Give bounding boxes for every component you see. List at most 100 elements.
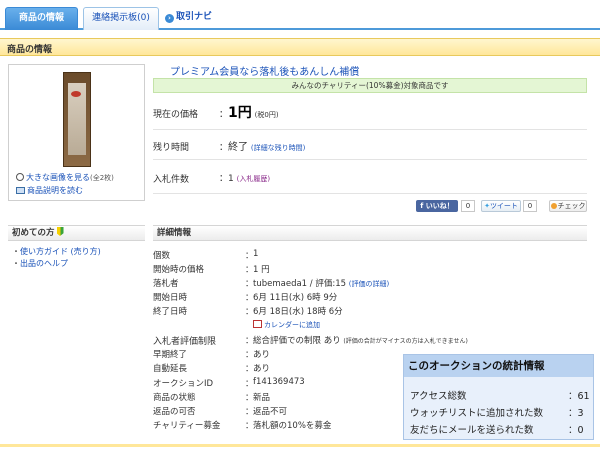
detail-header: 詳細情報 [153,225,587,241]
detail-value: 落札額の10%を募金 [253,421,332,431]
large-image-link[interactable]: 大きな画像を見る(全2枚) [16,172,114,183]
stats-sep: ： [568,425,578,436]
detail-value: 1 [253,249,259,259]
detail-value: 6月 11日(水) 6時 9分 [253,293,338,303]
detail-value: あり [253,364,271,374]
help-link-label[interactable]: 出品のヘルプ [20,259,68,268]
remaining-label: 残り時間 [153,143,190,153]
stats-value-watch: ：3 [568,405,584,419]
stats-mail-count: 0 [577,425,584,436]
detail-value: 返品不可 [253,407,288,417]
tweet-button[interactable]: ✦ツイート [481,200,521,212]
bids-label: 入札件数 [153,175,190,185]
painting-sun [71,91,81,97]
description-link[interactable]: 商品説明を読む [16,185,83,196]
item-image[interactable] [63,72,91,167]
guide-link-label[interactable]: 使い方ガイド (売り方) [20,247,101,256]
remaining-value-wrap: ：終了 (詳細な残り時間) [219,142,306,153]
bids-value-wrap: ：1 (入札履歴) [219,174,271,184]
detail-value: あり [253,350,271,360]
price-row: 現在の価格 ：1円 (税0円) [153,97,587,130]
stats-watch-count: 3 [577,408,584,419]
item-image-box: 大きな画像を見る(全2枚) 商品説明を読む [8,64,145,201]
remaining-row: 残り時間 ：終了 (詳細な残り時間) [153,130,587,160]
detail-value-wrap: 総合評価での制限 あり (評価の合計がマイナスの方は入札できません) [253,334,468,346]
help-link[interactable]: ・出品のヘルプ [12,258,68,269]
calendar-icon [253,320,262,328]
facebook-like-button[interactable]: f いいね！ [416,200,458,212]
beginner-header: 初めての方 [8,225,145,241]
detail-label: 自動延長 [153,364,188,374]
stats-sep: ： [568,408,578,419]
detail-value: 6月 18日(水) 18時 6分 [253,307,343,317]
detail-label: 終了日時 [153,307,188,317]
price-value-wrap: ：1円 (税0円) [219,105,279,121]
tab-message-board[interactable]: 連絡掲示板(0) [83,7,159,30]
add-calendar-label[interactable]: カレンダーに追加 [264,321,320,329]
premium-link[interactable]: プレミアム会員なら落札後もあんしん補償 [170,63,359,78]
check-icon [550,203,557,209]
scroll-painting [68,83,86,155]
beginner-mark-icon [56,227,64,236]
tab-trade-navi[interactable]: › 取引ナビ [165,7,212,30]
remaining-value: 終了 [228,142,249,153]
detail-value: 1 円 [253,265,270,275]
detail-title: 詳細情報 [157,228,192,238]
stats-label-mail[interactable]: 友だちにメールを送られた数 [410,422,534,436]
book-icon [16,187,25,194]
stats-label-watch: ウォッチリストに追加された数 [410,408,544,419]
bidder-limit-value: 総合評価での制限 あり [253,336,341,346]
detail-label: 落札者 [153,279,179,289]
facebook-count: 0 [461,200,475,212]
detail-label: チャリティー募金 [153,421,221,431]
tab-bar: 商品の情報 連絡掲示板(0) › 取引ナビ [0,0,600,30]
section-header: 商品の情報 [0,38,600,56]
remaining-detail-link[interactable]: (詳細な残り時間) [251,144,305,152]
detail-value: f141369473 [253,377,305,387]
stats-access-count: 61 [577,391,590,402]
stats-title: このオークションの統計情報 [404,355,593,377]
tab-trade-navi-label: 取引ナビ [176,12,213,22]
large-image-label[interactable]: 大きな画像を見る [26,173,90,182]
detail-label: オークションID [153,379,214,389]
stats-sep: ： [568,391,578,402]
charity-banner: みんなのチャリティー(10%募金)対象商品です [153,78,587,93]
guide-link[interactable]: ・使い方ガイド (売り方) [12,246,101,257]
bottom-divider [0,444,600,447]
bids-row: 入札件数 ：1 (入札履歴) [153,160,587,194]
magnifier-icon [16,173,24,181]
description-label[interactable]: 商品説明を読む [27,186,83,195]
detail-label: 商品の状態 [153,393,196,403]
price-value: 1円 [228,105,252,121]
detail-label: 個数 [153,251,171,261]
tab-item-info[interactable]: 商品の情報 [5,7,78,30]
price-tax: (税0円) [254,111,279,119]
rating-detail-link[interactable]: (評価の詳細) [349,280,389,288]
check-label: チェック [557,202,586,210]
section-title: 商品の情報 [7,45,53,55]
tweet-label: ツイート [489,202,518,210]
bids-value: 1 [228,174,234,184]
detail-label: 返品の可否 [153,407,196,417]
detail-value-wrap: tubemaeda1 / 評価:15 (評価の詳細) [253,277,389,289]
detail-value: 新品 [253,393,271,403]
tweet-count: 0 [523,200,537,212]
stats-label-access: アクセス総数 [410,391,467,402]
stats-value-mail: ：0 [568,422,584,436]
auction-stats-panel: このオークションの統計情報 アクセス総数 ：61 ウォッチリストに追加された数 … [403,354,594,440]
image-count: (全2枚) [90,174,114,182]
bidder-limit-note: (評価の合計がマイナスの方は入札できません) [343,338,468,345]
arrow-circle-icon: › [165,14,174,23]
detail-label: 開始日時 [153,293,188,303]
detail-label: 開始時の価格 [153,265,205,275]
stats-value-access: ：61 [568,388,590,402]
add-calendar-link[interactable]: カレンダーに追加 [253,320,320,330]
beginner-title: 初めての方 [12,228,55,238]
price-label: 現在の価格 [153,110,199,120]
beginner-box: 初めての方 ・使い方ガイド (売り方) ・出品のヘルプ [8,225,145,430]
winner-name: tubemaeda1 / 評価:15 [253,279,347,289]
bids-history-link[interactable]: (入札履歴) [237,175,270,183]
detail-label: 早期終了 [153,350,188,360]
check-button[interactable]: チェック [549,200,587,212]
bidder-limit-link[interactable]: 入札者評価制限 [153,334,216,347]
